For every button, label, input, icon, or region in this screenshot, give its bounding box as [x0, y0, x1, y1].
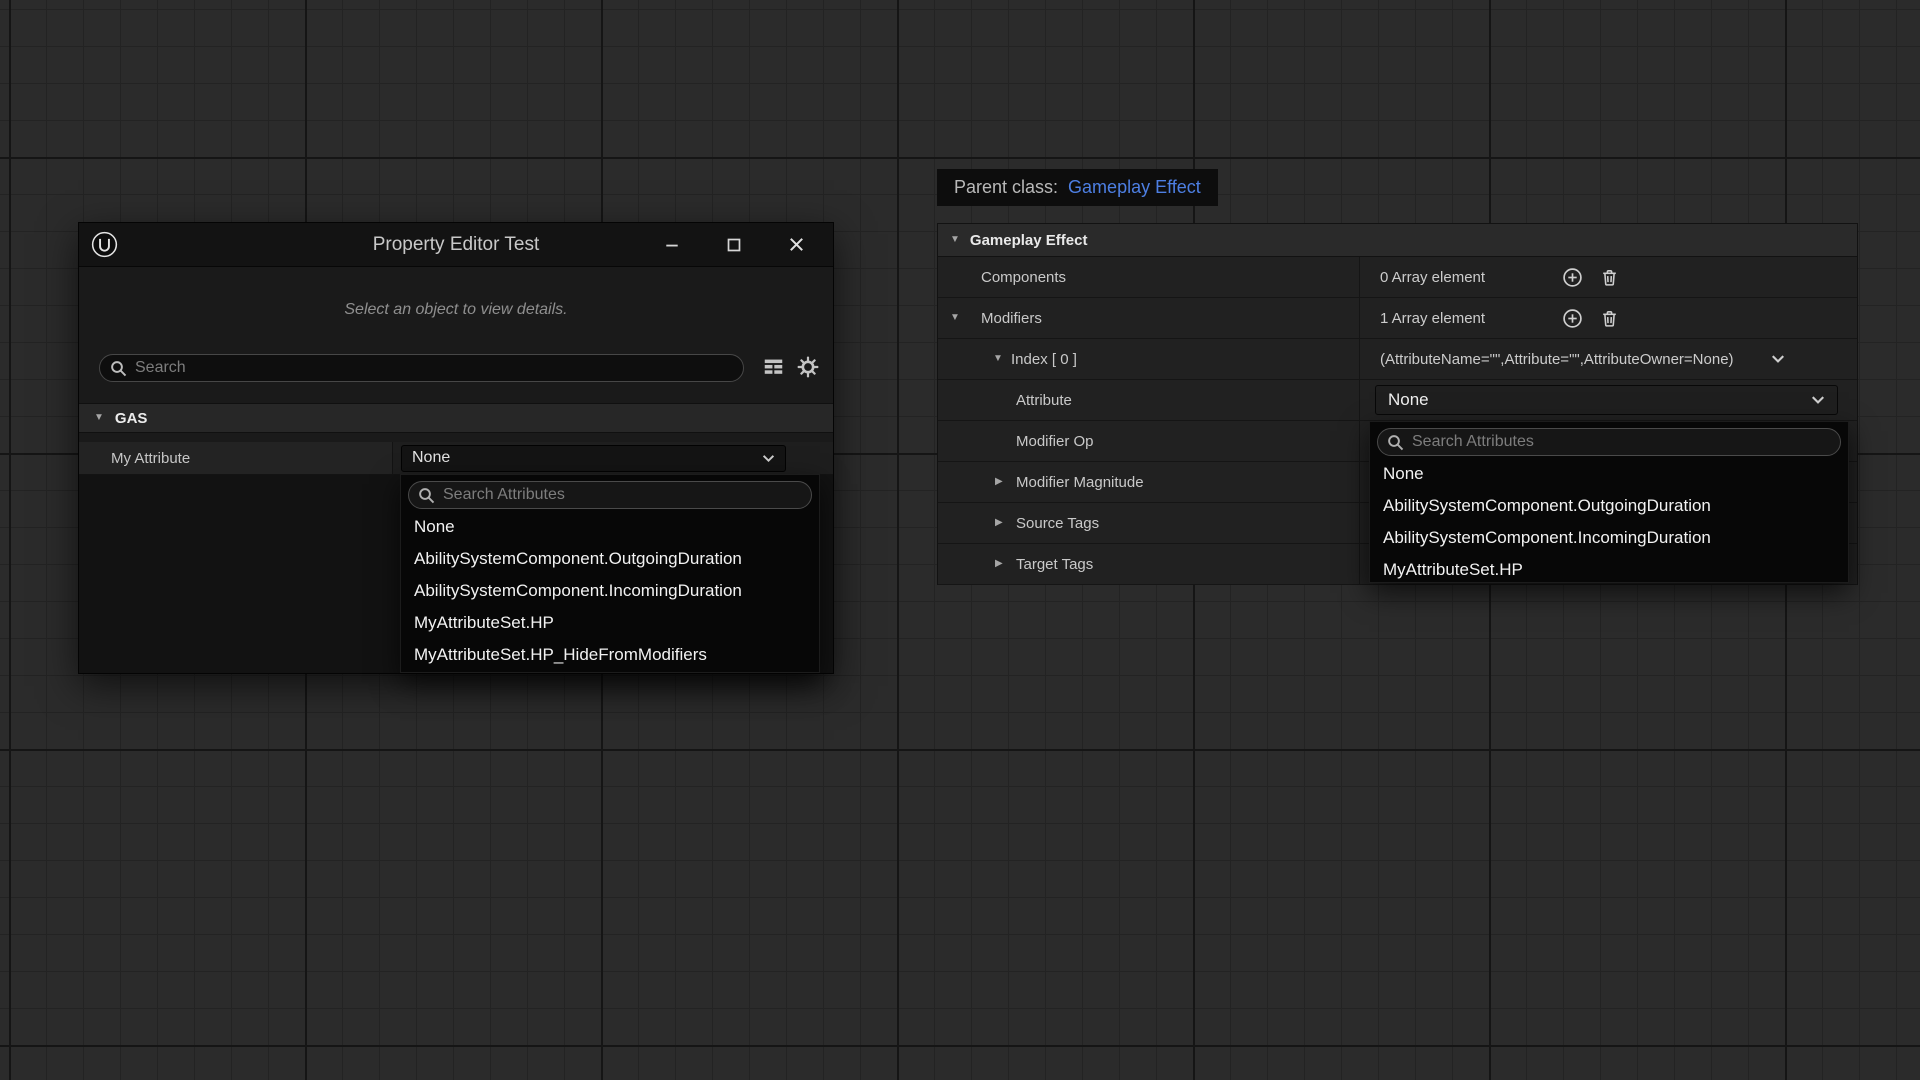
search-input[interactable]	[135, 359, 733, 377]
expander-down-icon[interactable]: ▼	[950, 313, 960, 323]
clear-array-button[interactable]	[1599, 308, 1620, 329]
row-label: Index [ 0 ]	[1011, 351, 1077, 368]
dropdown-search-bar[interactable]	[408, 481, 812, 509]
row-label: Target Tags	[1016, 556, 1093, 573]
category-label: Gameplay Effect	[970, 232, 1088, 249]
dropdown-search-input[interactable]	[443, 486, 802, 504]
property-label: My Attribute	[79, 442, 393, 475]
blueprint-graph-background: Parent class: Gameplay Effect Property E…	[0, 0, 1920, 1080]
array-count: 1 Array element	[1380, 310, 1485, 327]
parent-class-label: Parent class:	[954, 177, 1058, 198]
dropdown-item[interactable]: AbilitySystemComponent.IncomingDuration	[401, 575, 819, 607]
expander-right-icon[interactable]: ▶	[995, 518, 1003, 528]
dropdown-search-bar[interactable]	[1377, 428, 1841, 456]
dropdown-search-input[interactable]	[1412, 433, 1831, 451]
attribute-combobox[interactable]: None	[1375, 385, 1838, 415]
row-label: Source Tags	[1016, 515, 1099, 532]
chevron-down-icon	[762, 454, 775, 463]
array-count: 0 Array element	[1380, 269, 1485, 286]
gear-icon	[797, 356, 819, 378]
category-header-gameplay-effect[interactable]: ▼ Gameplay Effect	[938, 224, 1857, 257]
row-label: Modifier Magnitude	[1016, 474, 1144, 491]
maximize-button[interactable]	[726, 237, 742, 253]
clear-array-button[interactable]	[1599, 267, 1620, 288]
dropdown-item[interactable]: AbilitySystemComponent.IncomingDuration	[1370, 522, 1848, 554]
chevron-down-icon[interactable]	[1771, 354, 1785, 364]
dropdown-item-list: None AbilitySystemComponent.OutgoingDura…	[1370, 458, 1848, 586]
combobox-value: None	[1388, 390, 1429, 410]
settings-button[interactable]	[797, 356, 819, 378]
search-icon	[1387, 434, 1404, 451]
dropdown-item[interactable]: AbilitySystemComponent.OutgoingDuration	[1370, 490, 1848, 522]
window-controls	[664, 236, 833, 253]
row-components: Components 0 Array element	[938, 257, 1857, 298]
category-label: GAS	[115, 410, 148, 427]
row-attribute: Attribute None	[938, 380, 1857, 421]
add-element-button[interactable]	[1562, 267, 1583, 288]
expander-right-icon[interactable]: ▶	[995, 477, 1003, 487]
table-icon	[763, 357, 784, 378]
combobox-value: None	[412, 449, 450, 467]
row-modifiers: ▼ Modifiers 1 Array element	[938, 298, 1857, 339]
search-bar[interactable]	[99, 354, 744, 382]
attribute-dropdown-menu: None AbilitySystemComponent.OutgoingDura…	[400, 474, 820, 673]
dropdown-item[interactable]: None	[401, 511, 819, 543]
column-view-button[interactable]	[763, 357, 784, 378]
row-label: Attribute	[1016, 392, 1072, 409]
minimize-button[interactable]	[664, 237, 680, 253]
dropdown-item[interactable]: MyAttributeSet.HP	[1370, 554, 1848, 586]
dropdown-item[interactable]: None	[1370, 458, 1848, 490]
dropdown-item[interactable]: MyAttributeSet.HP_HideFromModifiers	[401, 639, 819, 671]
row-label: Modifiers	[981, 310, 1042, 327]
parent-class-badge: Parent class: Gameplay Effect	[937, 169, 1218, 206]
search-icon	[418, 487, 435, 504]
row-label: Components	[981, 269, 1066, 286]
parent-class-link[interactable]: Gameplay Effect	[1068, 177, 1201, 198]
add-element-button[interactable]	[1562, 308, 1583, 329]
close-button[interactable]	[788, 236, 805, 253]
empty-selection-hint: Select an object to view details.	[79, 301, 833, 319]
chevron-down-icon	[1811, 395, 1825, 405]
window-titlebar[interactable]: Property Editor Test	[79, 223, 833, 267]
category-header-gas[interactable]: ▼ GAS	[79, 403, 833, 433]
row-index-0: ▼ Index [ 0 ] (AttributeName="",Attribut…	[938, 339, 1857, 380]
expander-right-icon[interactable]: ▶	[995, 559, 1003, 569]
attribute-dropdown-menu: None AbilitySystemComponent.OutgoingDura…	[1369, 421, 1849, 583]
expander-down-icon[interactable]: ▼	[993, 354, 1003, 364]
expander-down-icon[interactable]: ▼	[950, 235, 960, 245]
property-row-my-attribute: My Attribute None	[79, 442, 833, 475]
property-value-cell: None	[393, 442, 833, 475]
dropdown-item[interactable]: AbilitySystemComponent.OutgoingDuration	[401, 543, 819, 575]
dropdown-item-list: None AbilitySystemComponent.OutgoingDura…	[401, 511, 819, 671]
expander-down-icon[interactable]: ▼	[94, 413, 104, 423]
dropdown-item[interactable]: MyAttributeSet.HP	[401, 607, 819, 639]
row-label: Modifier Op	[1016, 433, 1094, 450]
my-attribute-combobox[interactable]: None	[401, 445, 786, 472]
unreal-logo-icon	[91, 231, 118, 258]
search-icon	[110, 360, 127, 377]
struct-preview-text: (AttributeName="",Attribute="",Attribute…	[1380, 351, 1734, 368]
